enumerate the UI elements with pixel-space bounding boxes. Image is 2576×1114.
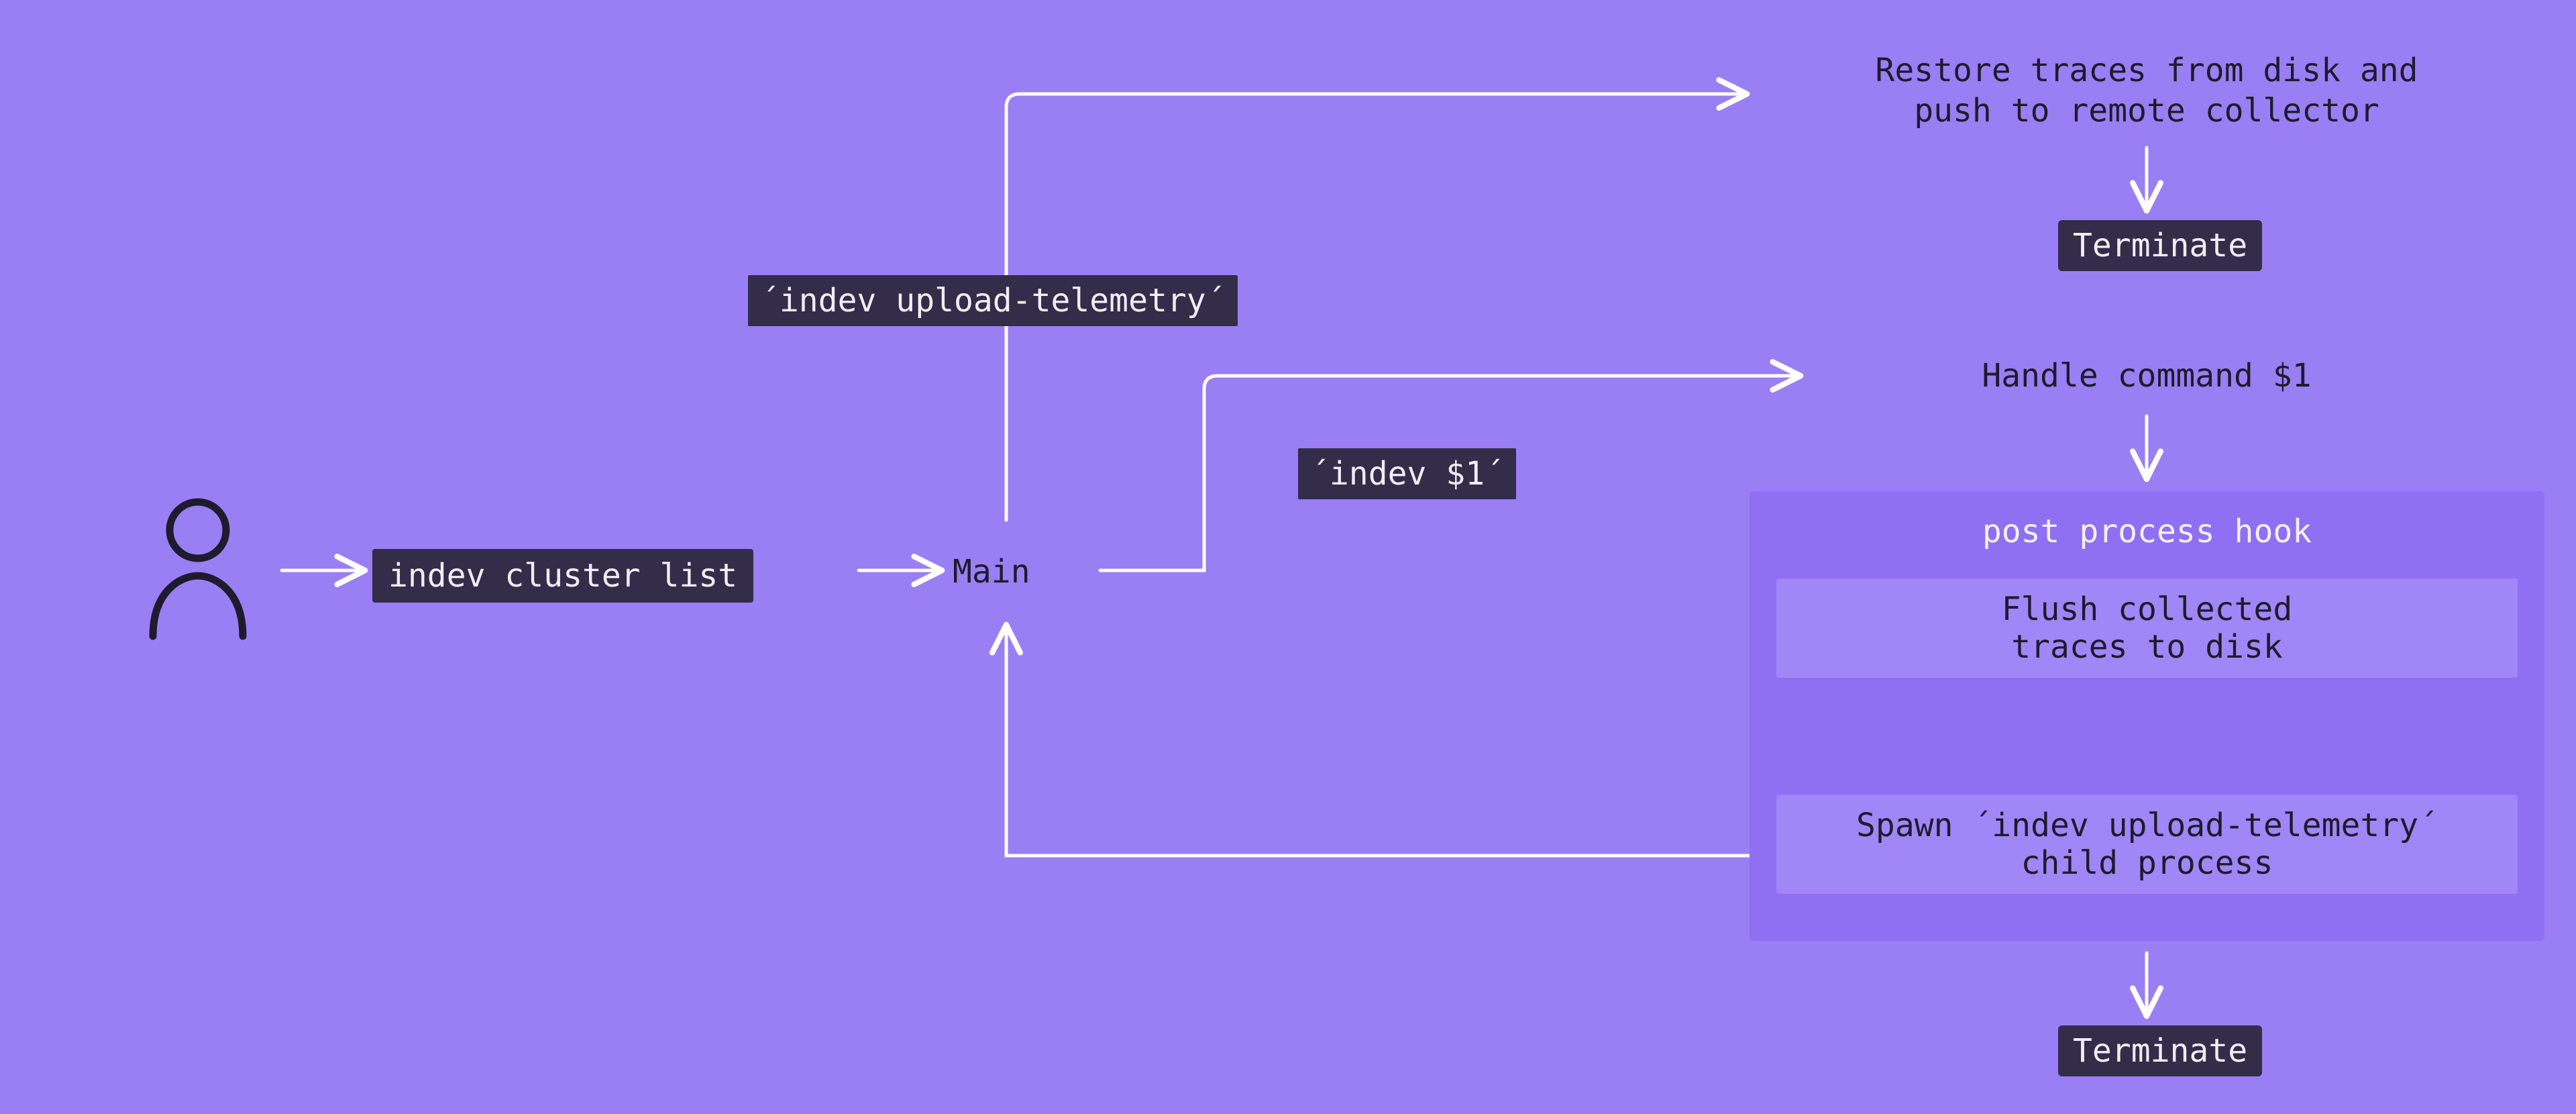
user-command-tag: indev cluster list <box>372 549 753 603</box>
branch-indev-dollar1-label: ´indev $1´ <box>1298 448 1516 499</box>
diagram-canvas: { "user_command": "indev cluster list", … <box>0 0 2576 1114</box>
user-command-text: indev cluster list <box>372 549 753 603</box>
terminate-bottom-text: Terminate <box>2058 1025 2262 1076</box>
user-icon <box>141 497 255 644</box>
post-process-hook-box: post process hook Flush collected traces… <box>1750 491 2544 941</box>
terminate-top-text: Terminate <box>2058 220 2262 271</box>
hook-spawn-node: Spawn ´indev upload-telemetry´ child pro… <box>1776 795 2518 894</box>
restore-node: Restore traces from disk and push to rem… <box>1784 50 2509 131</box>
branch-upload-telemetry-label: ´indev upload-telemetry´ <box>748 275 1238 326</box>
terminate-top-node: Terminate <box>2058 220 2262 271</box>
branch-indev-dollar1-text: ´indev $1´ <box>1298 448 1516 499</box>
handle-command-node: Handle command $1 <box>1851 356 2442 396</box>
main-node: Main <box>953 552 1030 592</box>
terminate-bottom-node: Terminate <box>2058 1025 2262 1076</box>
branch-upload-telemetry-text: ´indev upload-telemetry´ <box>748 275 1238 326</box>
hook-title: post process hook <box>1750 513 2544 550</box>
hook-flush-node: Flush collected traces to disk <box>1776 578 2518 678</box>
